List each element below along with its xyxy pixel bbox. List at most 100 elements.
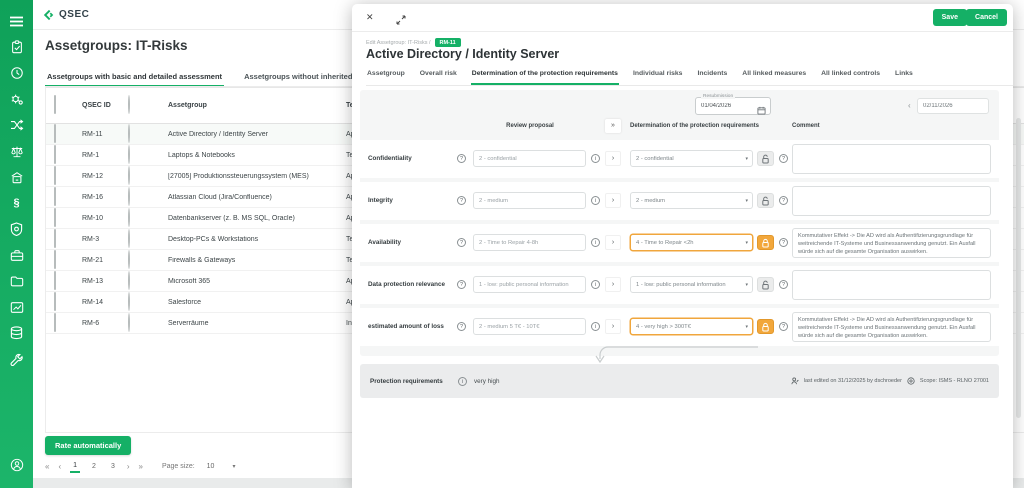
tab-all-linked-controls[interactable]: All linked controls xyxy=(820,66,881,85)
unlock-icon[interactable] xyxy=(757,277,774,292)
asset-building-icon[interactable] xyxy=(0,164,33,190)
paragraph-law-icon[interactable]: § xyxy=(0,190,33,216)
prev-date-chevron-icon[interactable]: ‹ xyxy=(908,101,911,110)
nav-date-input[interactable] xyxy=(917,98,989,114)
apply-chevron-button[interactable]: › xyxy=(605,319,621,334)
row-checkbox[interactable] xyxy=(54,145,56,164)
scrollbar[interactable] xyxy=(1016,118,1021,418)
determination-select[interactable]: 4 - Time to Repair <2h▾ xyxy=(630,234,753,251)
apply-all-double-chevron-button[interactable]: » xyxy=(605,119,621,133)
history-clock-icon[interactable] xyxy=(0,60,33,86)
row-checkbox[interactable] xyxy=(54,124,56,143)
folder-icon[interactable] xyxy=(0,268,33,294)
help-icon[interactable]: ? xyxy=(457,322,466,331)
apply-chevron-button[interactable]: › xyxy=(605,277,621,292)
page-3[interactable]: 3 xyxy=(108,461,118,472)
tab-all-linked-measures[interactable]: All linked measures xyxy=(741,66,807,85)
page-2[interactable]: 2 xyxy=(89,461,99,472)
apply-chevron-button[interactable]: › xyxy=(605,235,621,250)
page-size-caret-icon[interactable]: ▾ xyxy=(232,463,235,470)
help-icon[interactable]: ? xyxy=(457,196,466,205)
expand-icon[interactable] xyxy=(396,12,406,30)
lock-icon[interactable] xyxy=(757,235,774,250)
review-proposal-field[interactable]: 2 - Time to Repair 4-8h xyxy=(473,234,586,251)
row-checkbox[interactable] xyxy=(54,292,56,311)
next-page-icon[interactable]: › xyxy=(127,462,130,471)
info-icon[interactable]: i xyxy=(591,238,600,247)
comment-textarea[interactable] xyxy=(792,144,991,174)
briefcase-icon[interactable] xyxy=(0,242,33,268)
row-checkbox[interactable] xyxy=(54,250,56,269)
settings-gears-icon[interactable] xyxy=(0,86,33,112)
help-icon[interactable]: ? xyxy=(457,280,466,289)
determination-select[interactable]: 2 - medium▾ xyxy=(630,192,753,209)
calendar-icon[interactable] xyxy=(757,102,766,120)
help-icon[interactable]: ? xyxy=(779,280,788,289)
select-all-checkbox[interactable] xyxy=(54,95,56,114)
comment-textarea[interactable]: Kommutativer Effekt -> Die AD wird als A… xyxy=(792,228,991,258)
wrench-tools-icon[interactable] xyxy=(0,346,33,372)
info-icon[interactable]: i xyxy=(591,322,600,331)
rate-automatically-button[interactable]: Rate automatically xyxy=(45,436,131,455)
chart-report-icon[interactable] xyxy=(0,294,33,320)
col-assetgroup[interactable]: Assetgroup xyxy=(168,102,346,109)
review-proposal-field[interactable]: 2 - confidential xyxy=(473,150,586,167)
row-checkbox[interactable] xyxy=(54,313,56,332)
comment-textarea[interactable] xyxy=(792,270,991,300)
scales-icon[interactable] xyxy=(0,138,33,164)
help-icon[interactable]: ? xyxy=(457,238,466,247)
tab-links[interactable]: Links xyxy=(894,66,914,85)
tab-individual-risks[interactable]: Individual risks xyxy=(632,66,683,85)
close-icon[interactable]: ✕ xyxy=(366,12,374,23)
comment-textarea[interactable]: Kommutativer Effekt -> Die AD wird als A… xyxy=(792,312,991,342)
info-icon[interactable]: i xyxy=(591,280,600,289)
help-icon[interactable]: ? xyxy=(779,196,788,205)
review-proposal-field[interactable]: 2 - medium 5 T€ - 10T€ xyxy=(473,318,586,335)
unlock-icon[interactable] xyxy=(757,151,774,166)
first-page-icon[interactable]: « xyxy=(45,462,49,471)
resubmission-date-input[interactable] xyxy=(701,103,749,109)
tab-determination-protection-requirements[interactable]: Determination of the protection requirem… xyxy=(471,66,619,85)
row-checkbox[interactable] xyxy=(54,271,56,290)
review-proposal-field[interactable]: 1 - low: public personal information xyxy=(473,276,586,293)
cell-name: Laptops & Notebooks xyxy=(168,152,346,159)
clipboard-check-icon[interactable] xyxy=(0,34,33,60)
cancel-button[interactable]: Cancel xyxy=(966,9,1007,26)
status-circle-icon xyxy=(128,271,130,290)
unlock-icon[interactable] xyxy=(757,193,774,208)
row-checkbox[interactable] xyxy=(54,229,56,248)
prev-page-icon[interactable]: ‹ xyxy=(58,462,61,471)
apply-chevron-button[interactable]: › xyxy=(605,193,621,208)
page-size-value[interactable]: 10 xyxy=(204,461,218,472)
tab-basic-detailed-assessment[interactable]: Assetgroups with basic and detailed asse… xyxy=(45,68,224,87)
review-proposal-field[interactable]: 2 - medium xyxy=(473,192,586,209)
comment-textarea[interactable] xyxy=(792,186,991,216)
determination-select[interactable]: 2 - confidential▾ xyxy=(630,150,753,167)
row-checkbox[interactable] xyxy=(54,166,56,185)
help-icon[interactable]: ? xyxy=(779,322,788,331)
shuffle-arrows-icon[interactable] xyxy=(0,112,33,138)
shield-icon[interactable] xyxy=(0,216,33,242)
col-qsec-id[interactable]: QSEC ID xyxy=(82,102,128,109)
determination-select[interactable]: 4 - very high > 300T€▾ xyxy=(630,318,753,335)
info-icon[interactable]: i xyxy=(458,377,467,386)
determination-select[interactable]: 1 - low: public personal information▾ xyxy=(630,276,753,293)
account-icon[interactable] xyxy=(0,452,33,478)
database-icon[interactable] xyxy=(0,320,33,346)
save-button[interactable]: Save xyxy=(933,9,967,26)
help-icon[interactable]: ? xyxy=(779,238,788,247)
help-icon[interactable]: ? xyxy=(779,154,788,163)
tab-incidents[interactable]: Incidents xyxy=(696,66,728,85)
page-1[interactable]: 1 xyxy=(70,460,80,473)
info-icon[interactable]: i xyxy=(591,196,600,205)
tab-assetgroup[interactable]: Assetgroup xyxy=(366,66,406,85)
lock-icon[interactable] xyxy=(757,319,774,334)
row-checkbox[interactable] xyxy=(54,187,56,206)
last-page-icon[interactable]: » xyxy=(139,462,143,471)
row-checkbox[interactable] xyxy=(54,208,56,227)
menu-icon[interactable] xyxy=(0,8,33,34)
info-icon[interactable]: i xyxy=(591,154,600,163)
apply-chevron-button[interactable]: › xyxy=(605,151,621,166)
help-icon[interactable]: ? xyxy=(457,154,466,163)
tab-overall-risk[interactable]: Overall risk xyxy=(419,66,458,85)
